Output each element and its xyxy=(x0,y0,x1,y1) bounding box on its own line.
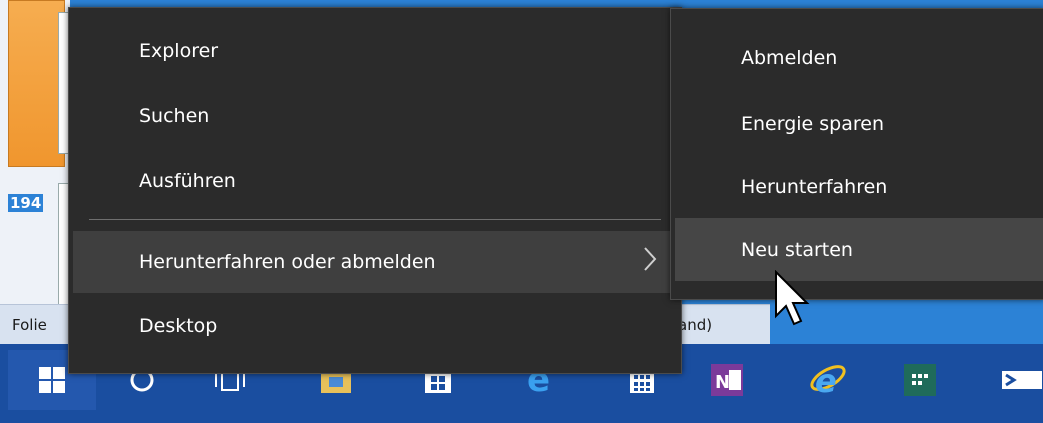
submenu-item-label: Neu starten xyxy=(741,239,853,261)
menu-item-desktop[interactable]: Desktop xyxy=(139,315,217,337)
submenu-item-label: Abmelden xyxy=(741,47,838,69)
submenu-item-highlight xyxy=(675,218,1043,281)
context-menu: Explorer Suchen Ausführen Herunterfahren… xyxy=(68,7,682,374)
menu-item-ausfuehren[interactable]: Ausführen xyxy=(139,170,236,192)
menu-item-herunterfahren-oder-abmelden[interactable]: Herunterfahren oder abmelden xyxy=(139,251,436,273)
menu-item-label: Desktop xyxy=(139,315,218,337)
app-icon[interactable] xyxy=(890,350,950,410)
submenu-item-energie-sparen[interactable]: Energie sparen xyxy=(741,113,884,135)
submenu-item-neu-starten[interactable]: Neu starten xyxy=(741,239,853,261)
menu-item-label: Explorer xyxy=(139,40,219,62)
shutdown-submenu: Abmelden Energie sparen Herunterfahren N… xyxy=(670,8,1043,300)
svg-text:e: e xyxy=(815,362,837,400)
internet-explorer-icon[interactable]: e xyxy=(798,350,858,410)
menu-item-suchen[interactable]: Suchen xyxy=(139,105,209,127)
menu-item-explorer[interactable]: Explorer xyxy=(139,40,218,62)
slide-number: 194 xyxy=(8,194,44,212)
background-app: 194 xyxy=(0,0,72,340)
chevron-right-icon xyxy=(641,246,659,277)
slide-thumbnail xyxy=(8,0,65,167)
menu-item-label: Ausführen xyxy=(139,170,236,192)
submenu-item-label: Energie sparen xyxy=(741,113,885,135)
terminal-icon[interactable] xyxy=(990,350,1043,410)
menu-item-label: Herunterfahren oder abmelden xyxy=(139,251,436,273)
mouse-cursor-icon xyxy=(774,269,814,334)
menu-separator xyxy=(89,219,661,220)
svg-text:N: N xyxy=(715,372,730,393)
submenu-item-label: Herunterfahren xyxy=(741,176,888,198)
status-bar-right-text: and) xyxy=(678,316,713,334)
menu-item-label: Suchen xyxy=(139,105,210,127)
submenu-item-abmelden[interactable]: Abmelden xyxy=(741,47,837,69)
onenote-icon[interactable]: N xyxy=(697,350,757,410)
status-bar-left-text: Folie xyxy=(12,316,47,334)
submenu-item-herunterfahren[interactable]: Herunterfahren xyxy=(741,176,887,198)
